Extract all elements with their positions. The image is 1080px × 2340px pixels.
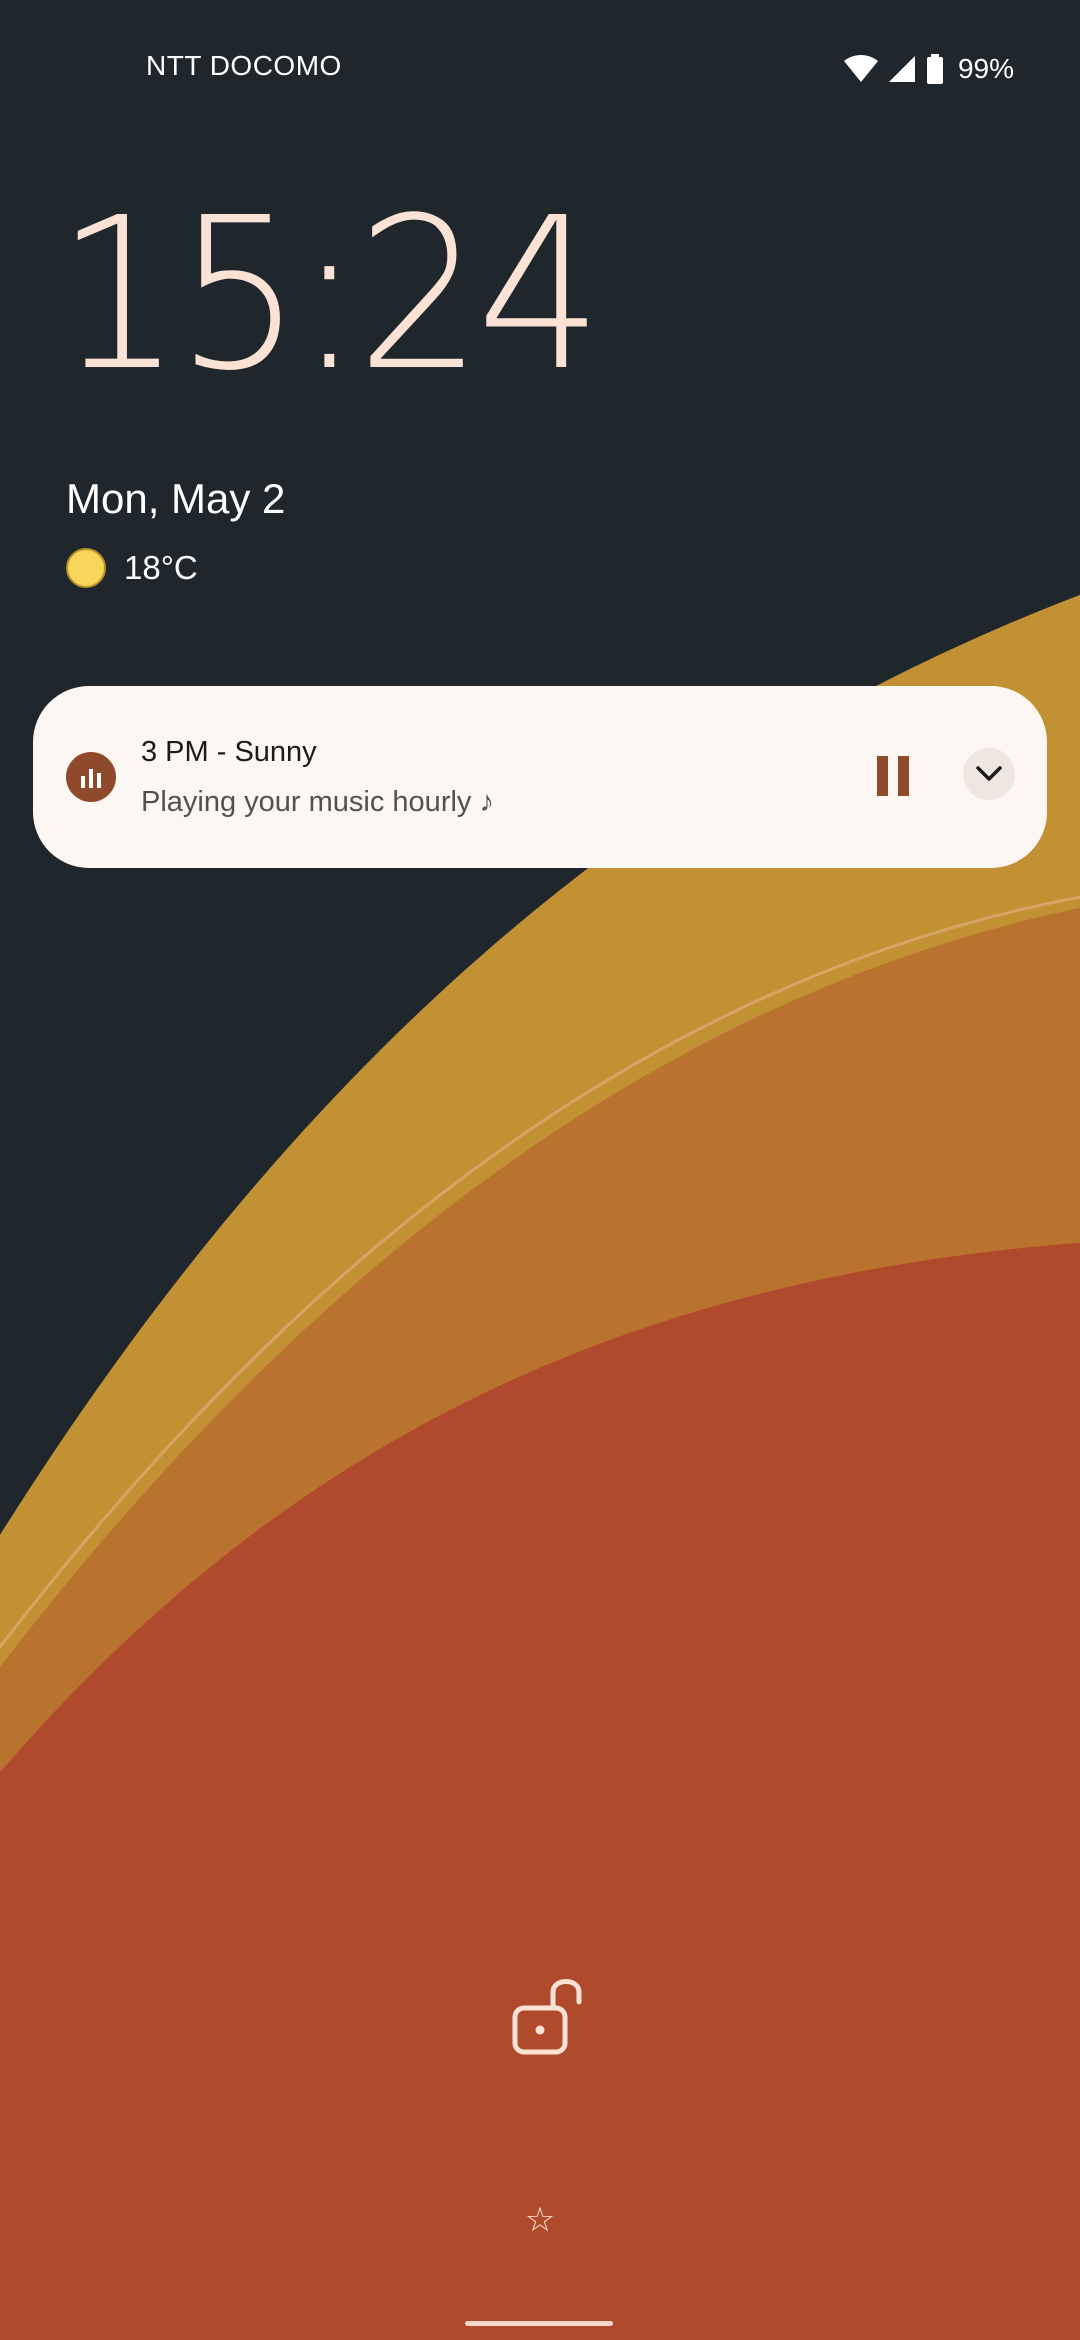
lock-screen: NTT DOCOMO 99% 15:24 Mon, May 2 18°C 3 P… <box>0 0 1080 2340</box>
lockscreen-clock: 15:24 <box>56 171 603 417</box>
expand-notification-button[interactable] <box>963 748 1015 800</box>
temperature: 18°C <box>124 549 198 586</box>
weather-info[interactable]: 18°C <box>66 545 198 591</box>
carrier-name: NTT DOCOMO <box>146 50 342 81</box>
cell-signal-icon <box>888 56 915 82</box>
pause-icon <box>877 756 909 796</box>
notification-text: Playing your music hourly ♪ <box>141 786 494 818</box>
bar-chart-icon <box>66 752 116 802</box>
battery-icon <box>926 54 943 84</box>
status-bar: NTT DOCOMO 99% <box>0 0 1080 140</box>
wifi-icon <box>843 55 878 82</box>
notification-title: 3 PM - Sunny <box>141 736 317 768</box>
pause-button[interactable] <box>853 736 933 816</box>
unlocked-padlock-icon[interactable] <box>505 1970 585 2060</box>
sun-icon <box>66 548 106 588</box>
chevron-down-icon <box>976 766 1002 781</box>
home-gesture-bar[interactable] <box>465 2321 613 2326</box>
star-icon[interactable]: ☆ <box>520 2200 560 2240</box>
status-icons: 99% <box>843 50 1014 88</box>
media-notification[interactable]: 3 PM - Sunny Playing your music hourly ♪ <box>33 686 1047 868</box>
battery-percentage: 99% <box>957 53 1014 84</box>
lockscreen-date[interactable]: Mon, May 2 <box>66 475 285 523</box>
